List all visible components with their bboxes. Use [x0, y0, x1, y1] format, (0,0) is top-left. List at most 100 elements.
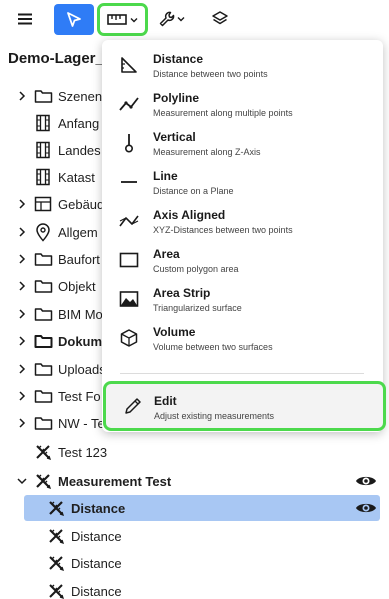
- tree-item-label: Anfang: [58, 115, 100, 131]
- tree-item-label: Landes: [58, 142, 101, 158]
- folder-icon: [33, 413, 53, 433]
- tree-item-label: Objekt: [58, 278, 96, 294]
- tree-item-selected[interactable]: Distance: [24, 495, 380, 521]
- folder-icon: [33, 276, 53, 296]
- tree-item-label: Szenen: [58, 88, 103, 104]
- folder-icon: [33, 386, 53, 406]
- distance-icon: [116, 52, 142, 78]
- chevron-right-icon[interactable]: [15, 416, 29, 430]
- tree-item-label: Distance: [71, 583, 122, 599]
- menu-item-edit[interactable]: Edit Adjust existing measurements: [103, 381, 386, 431]
- tree-item-label: Uploads: [58, 361, 106, 377]
- folder-icon: [33, 304, 53, 324]
- axis-aligned-icon: [116, 208, 142, 234]
- table-icon: [33, 194, 53, 214]
- menu-item-desc: Custom polygon area: [153, 264, 239, 274]
- menu-item-distance[interactable]: Distance Distance between two points: [102, 46, 383, 85]
- menu-item-axis-aligned[interactable]: Axis Aligned XYZ-Distances between two p…: [102, 202, 383, 241]
- film-icon: [33, 167, 53, 187]
- visibility-eye-icon[interactable]: [354, 471, 378, 491]
- chevron-right-icon[interactable]: [15, 334, 29, 348]
- menu-item-title: Polyline: [153, 91, 200, 105]
- visibility-eye-icon[interactable]: [354, 498, 378, 518]
- menu-divider: [120, 373, 364, 374]
- measure-tools-icon: [33, 471, 53, 491]
- measure-dropdown-menu: Distance Distance between two points Pol…: [102, 40, 386, 432]
- chevron-right-icon[interactable]: [15, 389, 29, 403]
- volume-icon: [116, 325, 142, 351]
- measure-tools-icon: [46, 581, 66, 599]
- menu-item-volume[interactable]: Volume Volume between two surfaces: [102, 319, 383, 358]
- main-menu-button[interactable]: [10, 6, 40, 32]
- wrench-icon: [159, 11, 175, 27]
- film-icon: [33, 140, 53, 160]
- measure-tools-icon: [46, 553, 66, 573]
- menu-item-desc: Measurement along Z-Axis: [153, 147, 261, 157]
- tools-button[interactable]: [152, 6, 192, 32]
- menu-item-title: Volume: [153, 325, 196, 339]
- chevron-right-icon[interactable]: [15, 362, 29, 376]
- chevron-down-icon: [130, 17, 137, 22]
- folder-icon: [33, 359, 53, 379]
- folder-icon: [33, 331, 53, 351]
- chevron-right-icon[interactable]: [15, 197, 29, 211]
- tree-item[interactable]: Distance: [0, 578, 389, 599]
- tree-item-label: Distance: [71, 528, 122, 544]
- folder-icon: [33, 86, 53, 106]
- toolbar: [0, 0, 389, 40]
- chevron-right-icon[interactable]: [15, 89, 29, 103]
- folder-icon: [33, 249, 53, 269]
- menu-item-line[interactable]: Line Distance on a Plane: [102, 163, 383, 202]
- project-title: Demo-Lager_u: [8, 50, 106, 67]
- menu-item-vertical[interactable]: Vertical Measurement along Z-Axis: [102, 124, 383, 163]
- chevron-right-icon[interactable]: [15, 225, 29, 239]
- tree-item-label: Gebäud: [58, 196, 105, 212]
- tree-item-label: NW - Te: [58, 415, 105, 431]
- menu-item-desc: Distance between two points: [153, 69, 268, 79]
- film-icon: [33, 113, 53, 133]
- tree-item-label: Distance: [71, 500, 126, 516]
- menu-item-desc: Distance on a Plane: [153, 186, 234, 196]
- tree-item[interactable]: Test 123: [0, 439, 389, 465]
- tree-item-label: Test Fo: [58, 388, 101, 404]
- tree-item-label: Katast: [58, 169, 95, 185]
- tree-item-label: Baufort: [58, 251, 100, 267]
- menu-item-desc: XYZ-Distances between two points: [153, 225, 293, 235]
- chevron-right-icon[interactable]: [15, 252, 29, 266]
- menu-item-area-strip[interactable]: Area Strip Triangularized surface: [102, 280, 383, 319]
- measure-tool-button[interactable]: [97, 3, 148, 36]
- menu-item-desc: Measurement along multiple points: [153, 108, 293, 118]
- line-icon: [116, 169, 142, 195]
- select-tool-button[interactable]: [54, 4, 94, 35]
- area-strip-icon: [116, 286, 142, 312]
- chevron-right-icon[interactable]: [15, 279, 29, 293]
- menu-item-desc: Volume between two surfaces: [153, 342, 273, 352]
- measure-tools-icon: [46, 526, 66, 546]
- chevron-down-icon[interactable]: [15, 474, 29, 488]
- tree-item-label: Dokum: [58, 333, 103, 349]
- menu-item-area[interactable]: Area Custom polygon area: [102, 241, 383, 280]
- menu-item-title: Distance: [153, 52, 204, 66]
- layers-icon: [212, 11, 228, 25]
- tree-item[interactable]: Distance: [0, 523, 389, 549]
- vertical-icon: [116, 130, 142, 156]
- menu-item-title: Axis Aligned: [153, 208, 226, 222]
- tree-item[interactable]: Distance: [0, 550, 389, 576]
- hamburger-icon: [18, 13, 32, 25]
- cursor-arrow-icon: [67, 11, 81, 27]
- menu-item-title: Vertical: [153, 130, 196, 144]
- polyline-icon: [116, 91, 142, 117]
- menu-item-polyline[interactable]: Polyline Measurement along multiple poin…: [102, 85, 383, 124]
- chevron-down-icon: [177, 17, 185, 22]
- measure-tools-icon: [33, 442, 53, 462]
- tree-item-label: Measurement Test: [58, 473, 172, 489]
- menu-item-desc: Adjust existing measurements: [154, 411, 275, 421]
- measure-tools-icon: [46, 498, 66, 518]
- tree-item-label: Distance: [71, 555, 122, 571]
- tree-item[interactable]: Measurement Test: [0, 468, 389, 494]
- chevron-right-icon[interactable]: [15, 307, 29, 321]
- layers-button[interactable]: [205, 6, 235, 32]
- menu-item-title: Area Strip: [153, 286, 211, 300]
- menu-item-title: Area: [153, 247, 180, 261]
- menu-item-desc: Triangularized surface: [153, 303, 242, 313]
